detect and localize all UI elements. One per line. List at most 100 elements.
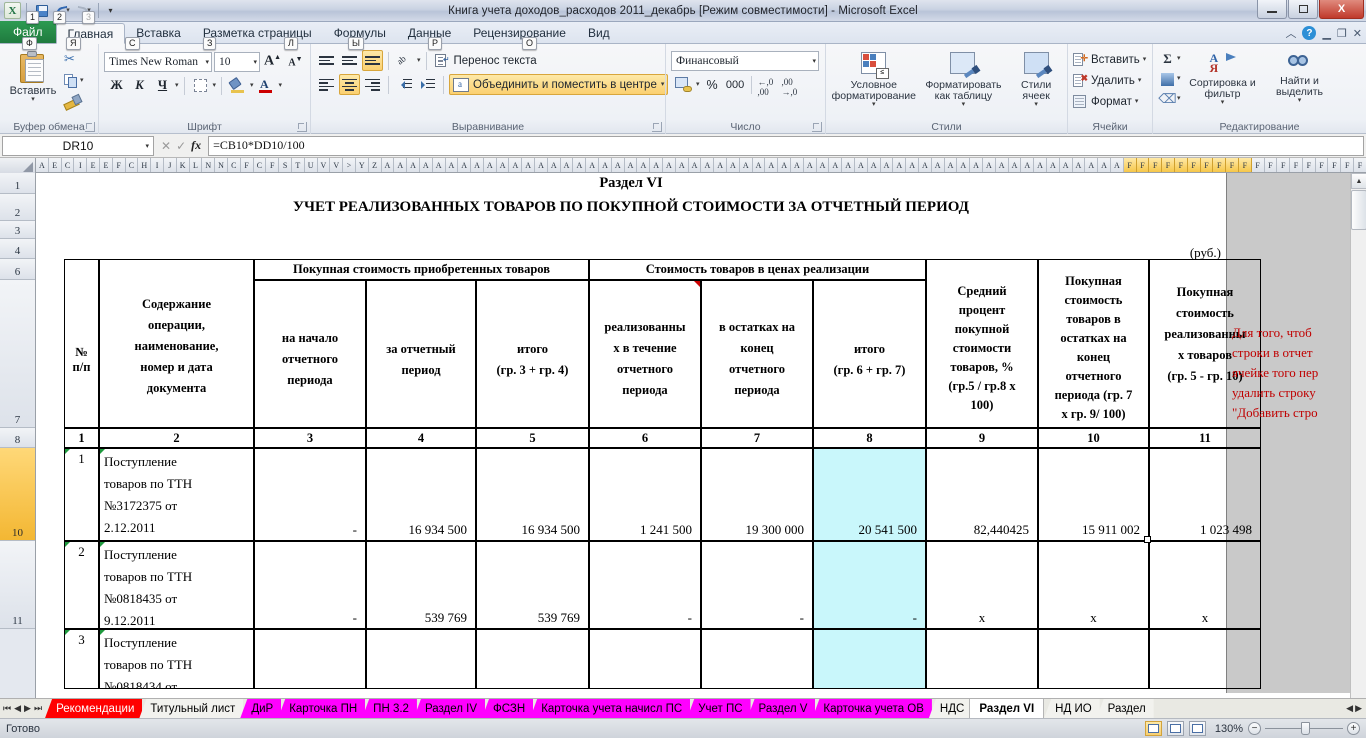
sheet-nav-buttons[interactable]: ⏮ ◀ ▶ ⏭ — [0, 699, 45, 718]
colnum-4[interactable]: 4 — [366, 428, 476, 448]
column-header-58[interactable]: A — [778, 158, 792, 172]
page-break-view-button[interactable] — [1188, 721, 1206, 736]
normal-view-button[interactable] — [1144, 721, 1162, 736]
merge-center-button[interactable]: Объединить и поместить в центре ▾ — [449, 74, 669, 95]
group-header-purchase-cost[interactable]: Покупная стоимость приобретенных товаров — [254, 259, 589, 280]
underline-button[interactable]: Ч — [152, 75, 173, 96]
colnum-8[interactable]: 8 — [813, 428, 926, 448]
font-size-combo[interactable]: 10 ▾ — [214, 51, 260, 72]
column-header-7[interactable]: C — [125, 158, 139, 172]
fill-color-button[interactable] — [227, 75, 248, 96]
column-header-49[interactable]: A — [663, 158, 676, 172]
header-col-4[interactable]: за отчетный период — [366, 280, 476, 428]
column-header-40[interactable]: A — [547, 158, 561, 172]
row-10-col7[interactable]: 19 300 000 — [701, 448, 813, 541]
column-header-2[interactable]: C — [61, 158, 75, 172]
column-header-66[interactable]: A — [880, 158, 894, 172]
column-header-tail-7[interactable]: F — [1341, 158, 1355, 172]
insert-function-icon[interactable]: fx — [191, 138, 201, 153]
tab-scroll-left-icon[interactable]: ◀ — [1346, 703, 1353, 714]
column-header-63[interactable]: A — [842, 158, 855, 172]
row-12-col7[interactable] — [701, 629, 813, 689]
sheet-tab-6[interactable]: ФСЗН — [482, 699, 534, 718]
column-header-tail-4[interactable]: F — [1302, 158, 1316, 172]
row-header-3[interactable]: 3 — [0, 221, 35, 239]
scroll-up-button[interactable]: ▲ — [1351, 173, 1366, 189]
column-header-68[interactable]: A — [906, 158, 919, 172]
format-as-table-button[interactable]: Форматировать как таблицу ▾ — [923, 49, 1005, 108]
column-header-69[interactable]: A — [918, 158, 932, 172]
column-header-53[interactable]: A — [714, 158, 728, 172]
column-header-8[interactable]: H — [138, 158, 152, 172]
align-left-button[interactable] — [316, 74, 337, 95]
row-11-col11[interactable]: х — [1149, 541, 1261, 629]
chevron-down-icon[interactable]: ▾ — [1177, 75, 1181, 82]
units-label[interactable]: (руб.) — [1096, 241, 1221, 261]
cut-button[interactable] — [63, 51, 80, 69]
vertical-scrollbar[interactable]: ▲ — [1350, 173, 1366, 698]
column-header-selected-6[interactable]: F — [1200, 158, 1214, 172]
column-header-17[interactable]: C — [253, 158, 267, 172]
column-header-77[interactable]: A — [1021, 158, 1035, 172]
column-header-38[interactable]: A — [522, 158, 536, 172]
column-header-60[interactable]: A — [803, 158, 817, 172]
restore-workbook-icon[interactable]: ❐ — [1337, 27, 1347, 40]
row-11-col8[interactable]: - — [813, 541, 926, 629]
chevron-down-icon[interactable]: ▾ — [31, 96, 35, 103]
column-header-tail-6[interactable]: F — [1328, 158, 1342, 172]
first-sheet-icon[interactable]: ⏮ — [3, 703, 11, 714]
column-header-9[interactable]: I — [151, 158, 164, 172]
column-header-64[interactable]: A — [855, 158, 868, 172]
collapse-ribbon-icon[interactable]: ︿ — [1285, 25, 1296, 41]
column-header-42[interactable]: A — [573, 158, 587, 172]
column-header-11[interactable]: K — [176, 158, 190, 172]
colnum-7[interactable]: 7 — [701, 428, 813, 448]
column-header-1[interactable]: E — [48, 158, 62, 172]
header-col-6[interactable]: реализованны х в течение отчетного перио… — [589, 280, 701, 428]
close-button[interactable]: X — [1319, 0, 1364, 19]
italic-button[interactable]: К — [129, 75, 150, 96]
sheet-tab-8[interactable]: Учет ПС — [687, 699, 751, 718]
sheet-tab-4[interactable]: ПН 3.2 — [362, 699, 417, 718]
ribbon-help-controls[interactable]: ︿ ? ▁ ❐ ✕ — [1285, 25, 1362, 41]
column-header-28[interactable]: A — [394, 158, 408, 172]
column-header-46[interactable]: A — [624, 158, 638, 172]
number-dialog-launcher[interactable] — [812, 122, 822, 132]
increase-indent-button[interactable] — [417, 74, 438, 95]
chevron-down-icon[interactable]: ▾ — [1143, 56, 1147, 63]
chevron-down-icon[interactable]: ▾ — [1177, 55, 1181, 62]
colnum-5[interactable]: 5 — [476, 428, 589, 448]
chevron-down-icon[interactable]: ▾ — [809, 57, 816, 65]
enter-icon[interactable]: ✓ — [176, 139, 186, 153]
row-10-number[interactable]: 1 — [64, 448, 99, 541]
column-header-21[interactable]: U — [304, 158, 318, 172]
sheet-tab-1[interactable]: Титульный лист — [139, 699, 244, 718]
paste-button[interactable]: Вставить ▾ — [5, 49, 61, 103]
column-header-51[interactable]: A — [688, 158, 702, 172]
chevron-down-icon[interactable]: ▾ — [145, 142, 149, 150]
row-10-col6[interactable]: 1 241 500 — [589, 448, 701, 541]
delete-cells-button[interactable]: ✖ Удалить ▾ — [1073, 71, 1141, 91]
column-header-78[interactable]: A — [1034, 158, 1047, 172]
column-header-selected-9[interactable]: F — [1238, 158, 1252, 172]
colnum-11[interactable]: 11 — [1149, 428, 1261, 448]
column-header-55[interactable]: A — [739, 158, 753, 172]
sheet-tab-5[interactable]: Раздел IV — [413, 699, 486, 718]
sheet-tab-11[interactable]: НДС — [928, 699, 973, 718]
chevron-down-icon[interactable]: ▾ — [279, 82, 283, 89]
comma-style-button[interactable]: 000 — [725, 74, 746, 95]
copy-button[interactable] — [63, 72, 80, 89]
sheet-tabs[interactable]: Рекомендации Титульный лист ДиР Карточка ПН… — [45, 699, 1342, 718]
row-12-description[interactable]: Поступление товаров по ТТН №0818434 от — [99, 629, 254, 689]
excel-logo-icon[interactable]: X — [4, 2, 21, 19]
scrollbar-thumb[interactable] — [1351, 190, 1366, 230]
align-right-button[interactable] — [362, 74, 383, 95]
row-10-col3[interactable]: - — [254, 448, 366, 541]
formula-input[interactable]: =CB10*DD10/100 — [208, 135, 1364, 156]
column-header-74[interactable]: A — [982, 158, 996, 172]
chevron-down-icon[interactable]: ▾ — [872, 101, 876, 108]
chevron-down-icon[interactable]: ▾ — [250, 58, 257, 66]
clear-button[interactable]: ⌫ — [1158, 90, 1177, 108]
row-12-col9[interactable] — [926, 629, 1038, 689]
align-middle-button[interactable] — [339, 50, 360, 71]
